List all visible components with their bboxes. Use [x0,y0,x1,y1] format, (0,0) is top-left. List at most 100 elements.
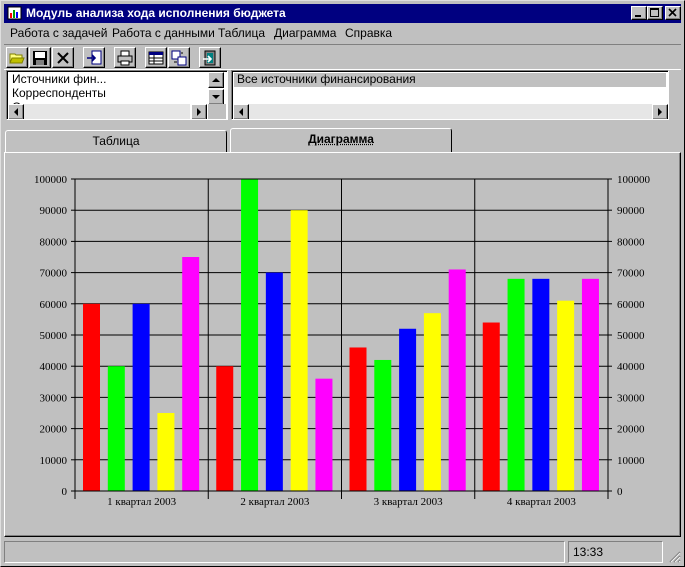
y-tick-label: 80000 [40,236,68,248]
open-button[interactable] [6,47,28,68]
bar [399,328,417,491]
y-tick-label: 50000 [40,330,68,342]
exit-button[interactable] [199,47,221,68]
y-tick-label-right: 70000 [617,268,645,280]
scroll-right-button[interactable] [652,104,668,119]
delete-button[interactable] [52,47,74,68]
x-tick-label: 3 квартал 2003 [374,496,444,508]
tab-strip: Таблица Диаграмма [4,128,681,154]
x-tick-label: 4 квартал 2003 [507,496,577,508]
minimize-button[interactable] [631,6,647,20]
bar [241,179,259,491]
scroll-left-button[interactable] [8,104,24,119]
menu-help[interactable]: Справка [345,26,392,40]
bar [374,359,392,491]
selected-source[interactable]: Все источники финансирования [237,72,416,86]
minimize-icon [635,15,641,17]
resize-grip-icon[interactable] [667,549,681,563]
exit-icon [203,50,216,66]
y-tick-label: 30000 [40,392,68,404]
scroll-left-button[interactable] [233,104,249,119]
bar [216,366,234,491]
import-button[interactable] [83,47,105,68]
y-tick-label: 0 [62,486,68,498]
menu-task[interactable]: Работа с задачей [10,26,107,40]
scroll-right-button[interactable] [191,104,207,119]
bar [290,210,308,491]
arrow-right-icon [197,108,201,116]
y-tick-label: 10000 [40,455,68,467]
list-item[interactable]: Источники фин... [12,72,106,86]
bar [315,378,333,491]
bar [482,322,500,491]
menu-bar: Работа с задачей Работа с данными Таблиц… [4,24,681,42]
scrollbar-corner [208,104,226,119]
open-folder-icon [9,53,25,64]
print-button[interactable] [114,47,136,68]
y-tick-label: 20000 [40,424,68,436]
y-tick-label-right: 40000 [617,361,645,373]
bar [265,272,283,491]
y-tick-label: 90000 [40,205,68,217]
bar [423,313,441,491]
arrow-up-icon [212,78,220,82]
x-tick-label: 1 квартал 2003 [107,496,177,508]
scroll-down-button[interactable] [208,89,224,105]
status-time: 13:33 [568,541,663,563]
status-bar: 13:33 [4,541,681,563]
scroll-up-button[interactable] [208,72,224,88]
swap-button[interactable] [168,47,190,68]
print-icon [117,50,133,66]
chart-panel: 0 0 10000 10000 20000 20000 30000 30000 40000 400… [4,152,681,537]
menu-table[interactable]: Таблица [218,26,265,40]
sources-panel[interactable]: Все источники финансирования [231,70,669,120]
source-list[interactable]: Источники фин... Корреспонденты Отчеты к… [6,70,228,120]
close-button[interactable] [665,6,681,20]
save-button[interactable] [29,47,51,68]
bar [532,278,550,491]
y-tick-label-right: 60000 [617,299,645,311]
delete-icon [57,52,69,64]
tab-chart[interactable]: Диаграмма [230,128,452,153]
menu-chart[interactable]: Диаграмма [274,26,336,40]
bar [107,366,125,491]
tab-table-label: Таблица [92,134,140,148]
app-icon [7,6,22,20]
bar [132,303,150,491]
bar [557,300,575,491]
horizontal-scrollbar[interactable] [24,104,190,119]
tab-chart-label: Диаграмма [308,132,374,146]
bar [182,257,200,491]
swap-icon [171,50,187,66]
arrow-down-icon [212,95,220,99]
maximize-icon [650,8,659,17]
y-tick-label-right: 80000 [617,236,645,248]
x-tick-label: 2 квартал 2003 [240,496,310,508]
y-tick-label-right: 50000 [617,330,645,342]
title-bar[interactable]: Модуль анализа хода исполнения бюджета [4,4,681,23]
bar [581,278,599,491]
tab-table[interactable]: Таблица [5,130,227,152]
y-tick-label-right: 10000 [617,455,645,467]
arrow-left-icon [239,108,243,116]
maximize-button[interactable] [647,6,663,20]
table-view-icon [148,51,164,65]
app-window: Модуль анализа хода исполнения бюджета Р… [0,0,685,567]
y-tick-label-right: 30000 [617,392,645,404]
list-item[interactable]: Корреспонденты [12,86,106,100]
toolbar [4,44,681,70]
y-tick-label: 60000 [40,299,68,311]
y-tick-label: 70000 [40,268,68,280]
table-view-button[interactable] [145,47,167,68]
status-message [4,541,565,563]
menu-data[interactable]: Работа с данными [112,26,215,40]
arrow-left-icon [14,108,18,116]
horizontal-scrollbar[interactable] [249,104,652,119]
y-tick-label: 100000 [34,174,68,186]
bar [83,303,100,491]
bar [349,347,367,491]
bar-chart: 0 0 10000 10000 20000 20000 30000 30000 40000 400… [34,174,651,508]
arrow-right-icon [658,108,662,116]
y-tick-label-right: 100000 [617,174,651,186]
window-title: Модуль анализа хода исполнения бюджета [26,6,286,20]
